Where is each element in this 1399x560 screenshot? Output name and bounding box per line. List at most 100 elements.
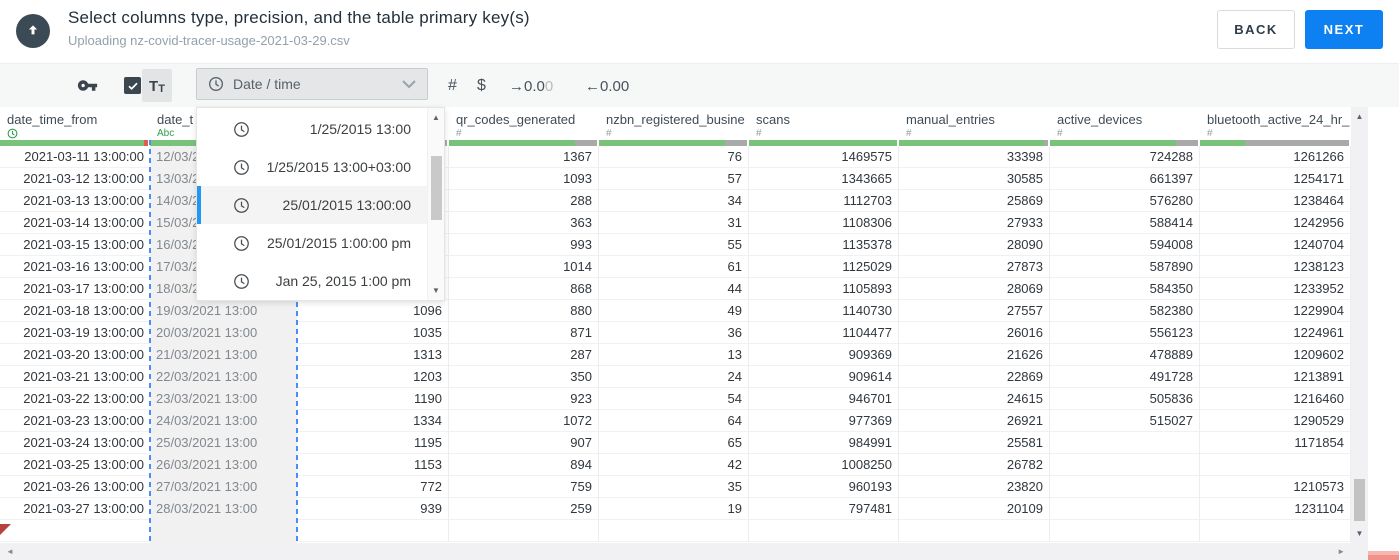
- table-cell[interactable]: 505836: [1050, 388, 1200, 410]
- table-cell[interactable]: 909614: [749, 366, 899, 388]
- table-cell[interactable]: 1313: [299, 344, 449, 366]
- table-cell[interactable]: 42: [599, 454, 749, 476]
- scroll-up-arrow[interactable]: ▲: [428, 113, 444, 122]
- table-cell[interactable]: [1050, 476, 1200, 498]
- text-case-button[interactable]: TT: [142, 69, 172, 102]
- column-header-bluetooth_active_24_hr_[interactable]: bluetooth_active_24_hr_ #: [1200, 107, 1351, 140]
- table-cell[interactable]: 2021-03-21 13:00:00: [0, 366, 150, 388]
- column-header-qr_codes_generated[interactable]: qr_codes_generated #: [449, 107, 599, 140]
- table-cell[interactable]: 1334: [299, 410, 449, 432]
- table-cell[interactable]: 27933: [899, 212, 1050, 234]
- table-cell[interactable]: 1190: [299, 388, 449, 410]
- table-cell[interactable]: 1171854: [1200, 432, 1351, 454]
- table-cell[interactable]: 2021-03-12 13:00:00: [0, 168, 150, 190]
- table-cell[interactable]: 23820: [899, 476, 1050, 498]
- table-cell[interactable]: 1210573: [1200, 476, 1351, 498]
- table-cell[interactable]: 55: [599, 234, 749, 256]
- table-cell[interactable]: 515027: [1050, 410, 1200, 432]
- table-cell[interactable]: 1195: [299, 432, 449, 454]
- table-cell[interactable]: 1233952: [1200, 278, 1351, 300]
- table-cell[interactable]: 1096: [299, 300, 449, 322]
- table-cell[interactable]: 22/03/2021 13:00: [150, 366, 299, 388]
- table-cell[interactable]: 1238123: [1200, 256, 1351, 278]
- table-cell[interactable]: 24/03/2021 13:00: [150, 410, 299, 432]
- table-cell[interactable]: [1200, 454, 1351, 476]
- table-cell[interactable]: [899, 520, 1050, 542]
- table-cell[interactable]: 21/03/2021 13:00: [150, 344, 299, 366]
- primary-key-icon[interactable]: [77, 75, 98, 96]
- table-cell[interactable]: 661397: [1050, 168, 1200, 190]
- table-cell[interactable]: 797481: [749, 498, 899, 520]
- table-cell[interactable]: [1050, 432, 1200, 454]
- table-cell[interactable]: 1367: [449, 146, 599, 168]
- table-cell[interactable]: 478889: [1050, 344, 1200, 366]
- table-cell[interactable]: 1140730: [749, 300, 899, 322]
- table-cell[interactable]: 894: [449, 454, 599, 476]
- table-cell[interactable]: 556123: [1050, 322, 1200, 344]
- table-cell[interactable]: 939: [299, 498, 449, 520]
- table-cell[interactable]: 587890: [1050, 256, 1200, 278]
- table-cell[interactable]: 76: [599, 146, 749, 168]
- type-format-option[interactable]: 1/25/2015 13:00+03:00: [197, 148, 427, 186]
- table-cell[interactable]: 24: [599, 366, 749, 388]
- table-cell[interactable]: [1050, 520, 1200, 542]
- table-cell[interactable]: 27557: [899, 300, 1050, 322]
- table-cell[interactable]: 13: [599, 344, 749, 366]
- table-cell[interactable]: 2021-03-18 13:00:00: [0, 300, 150, 322]
- table-cell[interactable]: 1108306: [749, 212, 899, 234]
- table-cell[interactable]: 2021-03-11 13:00:00: [0, 146, 150, 168]
- table-cell[interactable]: 1254171: [1200, 168, 1351, 190]
- vertical-scrollbar-thumb[interactable]: [1354, 479, 1365, 521]
- table-cell[interactable]: 1242956: [1200, 212, 1351, 234]
- table-cell[interactable]: 19: [599, 498, 749, 520]
- table-cell[interactable]: 2021-03-25 13:00:00: [0, 454, 150, 476]
- type-format-option[interactable]: 25/01/2015 1:00:00 pm: [197, 224, 427, 262]
- table-cell[interactable]: 1203: [299, 366, 449, 388]
- number-type-icon[interactable]: #: [448, 64, 457, 108]
- table-cell[interactable]: 33398: [899, 146, 1050, 168]
- table-cell[interactable]: 923: [449, 388, 599, 410]
- table-cell[interactable]: 23/03/2021 13:00: [150, 388, 299, 410]
- table-cell[interactable]: 26921: [899, 410, 1050, 432]
- scroll-up-arrow[interactable]: ▲: [1351, 112, 1368, 121]
- table-cell[interactable]: 2021-03-24 13:00:00: [0, 432, 150, 454]
- table-cell[interactable]: 1135378: [749, 234, 899, 256]
- table-cell[interactable]: 30585: [899, 168, 1050, 190]
- table-cell[interactable]: 24615: [899, 388, 1050, 410]
- table-cell[interactable]: 871: [449, 322, 599, 344]
- table-cell[interactable]: 1104477: [749, 322, 899, 344]
- next-button[interactable]: NEXT: [1305, 10, 1383, 49]
- table-cell[interactable]: 1240704: [1200, 234, 1351, 256]
- table-cell[interactable]: 1008250: [749, 454, 899, 476]
- table-cell[interactable]: [599, 520, 749, 542]
- table-cell[interactable]: 49: [599, 300, 749, 322]
- table-cell[interactable]: 1112703: [749, 190, 899, 212]
- table-cell[interactable]: 54: [599, 388, 749, 410]
- table-cell[interactable]: 1343665: [749, 168, 899, 190]
- table-cell[interactable]: 57: [599, 168, 749, 190]
- table-cell[interactable]: 1238464: [1200, 190, 1351, 212]
- table-cell[interactable]: 288: [449, 190, 599, 212]
- table-cell[interactable]: 21626: [899, 344, 1050, 366]
- type-format-option[interactable]: 25/01/2015 13:00:00: [197, 186, 427, 224]
- table-cell[interactable]: 2021-03-23 13:00:00: [0, 410, 150, 432]
- table-cell[interactable]: 19/03/2021 13:00: [150, 300, 299, 322]
- table-cell[interactable]: 1072: [449, 410, 599, 432]
- table-cell[interactable]: 576280: [1050, 190, 1200, 212]
- scroll-down-arrow[interactable]: ▼: [428, 286, 444, 295]
- table-cell[interactable]: 759: [449, 476, 599, 498]
- table-cell[interactable]: 2021-03-26 13:00:00: [0, 476, 150, 498]
- table-cell[interactable]: 20109: [899, 498, 1050, 520]
- table-cell[interactable]: 582380: [1050, 300, 1200, 322]
- table-cell[interactable]: [299, 520, 449, 542]
- table-cell[interactable]: 1014: [449, 256, 599, 278]
- table-cell[interactable]: 868: [449, 278, 599, 300]
- table-cell[interactable]: 20/03/2021 13:00: [150, 322, 299, 344]
- table-cell[interactable]: 26/03/2021 13:00: [150, 454, 299, 476]
- table-cell[interactable]: 22869: [899, 366, 1050, 388]
- table-cell[interactable]: 27/03/2021 13:00: [150, 476, 299, 498]
- table-cell[interactable]: 1209602: [1200, 344, 1351, 366]
- table-cell[interactable]: 594008: [1050, 234, 1200, 256]
- column-header-scans[interactable]: scans #: [749, 107, 899, 140]
- table-cell[interactable]: 259: [449, 498, 599, 520]
